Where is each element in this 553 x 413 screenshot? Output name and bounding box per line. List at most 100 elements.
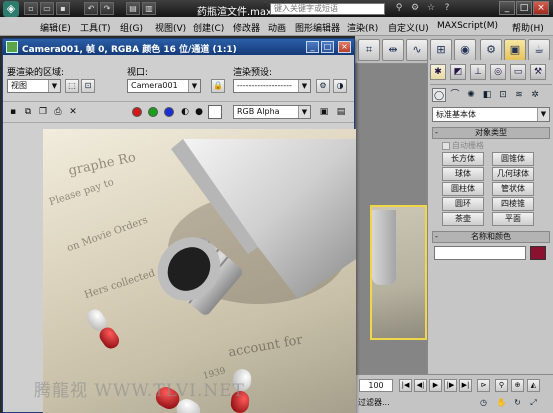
shapes-icon[interactable]: ⌒ [448,88,462,102]
motion-tab-icon[interactable]: ◎ [490,64,506,80]
pan-icon[interactable]: ✋ [495,396,508,409]
cone-button[interactable]: 圆锥体 [492,152,534,166]
helpers-icon[interactable]: ⊡ [496,88,510,102]
clone-window-icon[interactable]: ❐ [37,106,49,118]
viewport-select[interactable]: Camera001 ▼ [127,79,201,93]
menu-edit[interactable]: 编辑(E) [40,21,71,34]
toggle-ui-icon[interactable]: ▤ [335,106,347,118]
teapot-button[interactable]: 茶壶 [442,212,484,226]
search-icon[interactable]: ⚲ [392,2,406,15]
menu-graph-editors[interactable]: 图形编辑器 [295,21,340,34]
space-warps-icon[interactable]: ≋ [512,88,526,102]
zoom-all-icon[interactable]: ⊕ [511,379,524,392]
maximize-viewport-icon[interactable]: ⤢ [527,396,540,409]
object-type-rollout[interactable]: - 对象类型 [432,127,550,139]
hold-icon[interactable]: ▤ [126,2,140,15]
green-channel-toggle[interactable] [148,107,158,117]
render-preset-select[interactable]: ------------------- ▼ [233,79,311,93]
filter-label[interactable]: 过滤器... [358,397,390,408]
background-color-swatch[interactable] [208,105,222,119]
menu-help[interactable]: 帮助(H) [512,21,544,34]
render-setup-icon[interactable]: ⚙ [316,79,330,93]
field-of-view-icon[interactable]: ◭ [527,379,540,392]
zoom-icon[interactable]: ⚲ [495,379,508,392]
clear-image-icon[interactable]: ✕ [67,106,79,118]
rendered-frame-window-icon[interactable]: ▣ [504,39,526,61]
render-setup-icon[interactable]: ⚙ [480,39,502,61]
render-window-maximize-button[interactable]: □ [321,41,334,53]
box-button[interactable]: 长方体 [442,152,484,166]
close-button[interactable]: × [533,1,549,15]
minimize-button[interactable]: _ [499,1,515,15]
next-frame-icon[interactable]: |▶ [444,379,457,392]
cameras-icon[interactable]: ◧ [480,88,494,102]
display-tab-icon[interactable]: ▭ [510,64,526,80]
render-window-close-button[interactable]: × [338,41,351,53]
undo-icon[interactable]: ↶ [84,2,98,15]
search-input[interactable]: 键入关键字或短语 [270,3,385,15]
star-icon[interactable]: ☆ [424,2,438,15]
menu-tools[interactable]: 工具(T) [80,21,111,34]
render-window-minimize-button[interactable]: _ [306,41,319,53]
cylinder-button[interactable]: 圆柱体 [442,182,484,196]
maximize-button[interactable]: □ [516,1,532,15]
previous-frame-icon[interactable]: ◀| [414,379,427,392]
new-file-icon[interactable]: ▫ [24,2,38,15]
save-image-icon[interactable]: ▪ [7,106,19,118]
print-image-icon[interactable]: ⎙ [52,106,64,118]
render-production-icon[interactable]: ☕ [528,39,550,61]
display-channel-select[interactable]: RGB Alpha ▼ [233,105,311,119]
menu-create[interactable]: 创建(C) [193,21,224,34]
fetch-icon[interactable]: ▥ [142,2,156,15]
key-mode-icon[interactable]: ⊳ [477,379,490,392]
redo-icon[interactable]: ↷ [100,2,114,15]
red-channel-toggle[interactable] [132,107,142,117]
time-config-icon[interactable]: ◷ [477,396,490,409]
help-icon[interactable]: ? [440,2,454,15]
info-center-icon[interactable]: ⚙ [408,2,422,15]
menu-group[interactable]: 组(G) [120,21,143,34]
geometry-type-dropdown[interactable]: 标准基本体 ▼ [432,107,550,122]
tube-button[interactable]: 管状体 [492,182,534,196]
menu-maxscript[interactable]: MAXScript(M) [437,21,498,31]
go-to-start-icon[interactable]: |◀ [399,379,412,392]
play-icon[interactable]: ▶ [429,379,442,392]
create-tab-icon[interactable]: ✱ [430,64,446,80]
name-color-rollout[interactable]: - 名称和颜色 [432,231,550,243]
menu-views[interactable]: 视图(V) [155,21,186,34]
environment-effects-icon[interactable]: ◑ [333,79,347,93]
auto-region-icon[interactable]: ⊡ [81,79,95,93]
toggle-ui-overlay-icon[interactable]: ▣ [318,106,330,118]
copy-image-icon[interactable]: ⧉ [22,106,34,118]
orbit-icon[interactable]: ↻ [511,396,524,409]
sphere-button[interactable]: 球体 [442,167,484,181]
pyramid-button[interactable]: 四棱锥 [492,197,534,211]
autogrid-checkbox[interactable]: 自动栅格 [442,140,484,151]
3dsmax-logo-icon[interactable]: ◈ [3,1,19,17]
mirror-icon[interactable]: ⇹ [382,39,404,61]
utilities-tab-icon[interactable]: ⚒ [530,64,546,80]
geometry-icon[interactable]: ◯ [432,88,446,102]
menu-customize[interactable]: 自定义(U) [388,21,429,34]
frame-count-field[interactable]: 100 [359,379,393,392]
menu-animation[interactable]: 动画 [268,21,286,34]
object-name-field[interactable] [434,246,526,260]
blue-channel-toggle[interactable] [164,107,174,117]
snap-toggle-icon[interactable]: ⌗ [358,39,380,61]
menu-modifiers[interactable]: 修改器 [233,21,260,34]
rendered-image[interactable]: graphe Ro Please pay to on Movie Orders … [43,129,356,413]
torus-button[interactable]: 圆环 [442,197,484,211]
lock-icon[interactable]: 🔒 [211,79,225,93]
area-to-render-select[interactable]: 视图 ▼ [7,79,61,93]
modify-tab-icon[interactable]: ◩ [450,64,466,80]
alpha-channel-icon[interactable]: ◐ [179,106,191,118]
material-editor-icon[interactable]: ◉ [454,39,476,61]
monochrome-icon[interactable]: ● [193,106,205,118]
save-file-icon[interactable]: ▪ [56,2,70,15]
hierarchy-tab-icon[interactable]: ⊥ [470,64,486,80]
plane-button[interactable]: 平面 [492,212,534,226]
menu-rendering[interactable]: 渲染(R) [347,21,378,34]
systems-icon[interactable]: ✲ [528,88,542,102]
curve-editor-icon[interactable]: ∿ [406,39,428,61]
schematic-view-icon[interactable]: ⊞ [430,39,452,61]
